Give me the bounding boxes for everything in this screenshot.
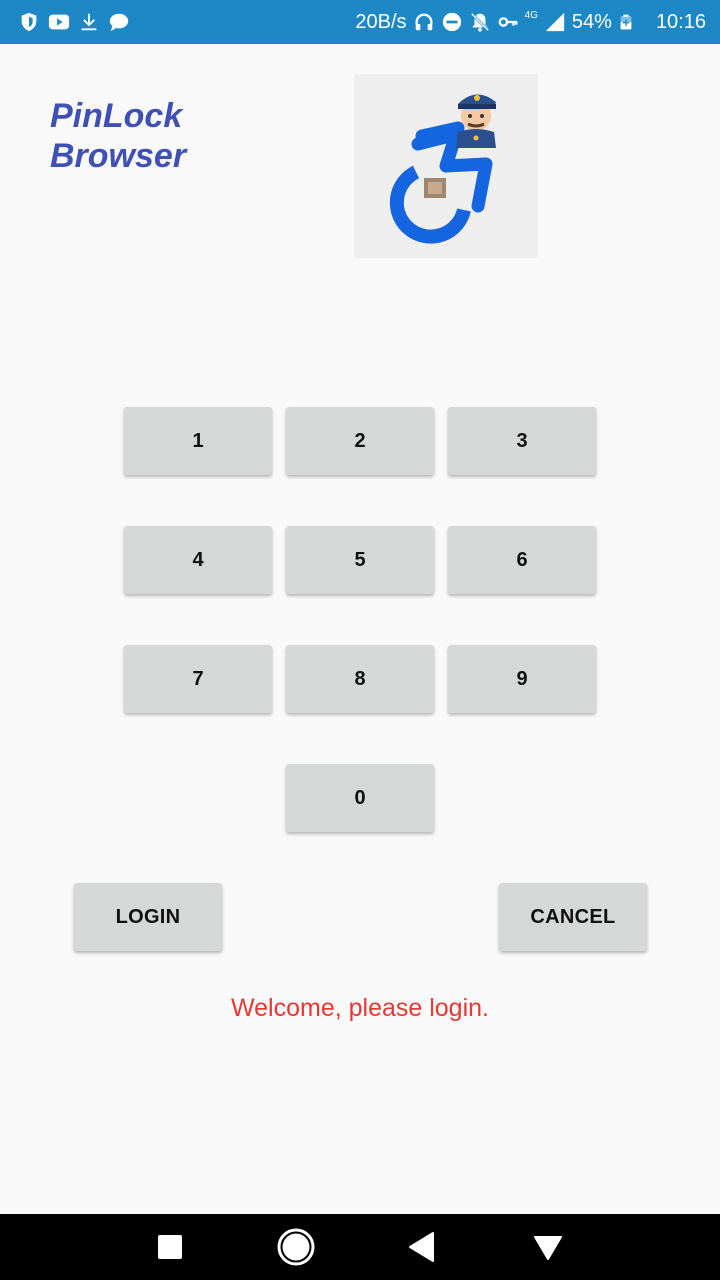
status-bar-notifications: [18, 10, 130, 34]
keypad-key-3[interactable]: 3: [448, 407, 596, 475]
signal-icon: [545, 12, 565, 32]
battery-percent: 54%: [571, 10, 612, 33]
keypad-key-8[interactable]: 8: [286, 645, 434, 713]
notifications-dropdown-icon: [534, 1236, 562, 1260]
login-button[interactable]: LOGIN: [74, 883, 222, 951]
keypad-key-5[interactable]: 5: [286, 526, 434, 594]
clock: 10:16: [655, 10, 706, 33]
network-speed: 20B/s: [355, 10, 407, 33]
key-icon: [498, 17, 517, 27]
headphones-icon: [415, 13, 433, 31]
status-bar-system: 20B/s 4G 54% 10:16: [355, 0, 706, 44]
dnd-icon: [442, 12, 461, 32]
keypad-key-6[interactable]: 6: [448, 526, 596, 594]
home-icon: [277, 1228, 315, 1266]
recents-icon: [158, 1235, 182, 1259]
keypad-key-0[interactable]: 0: [286, 764, 434, 832]
chat-icon: [109, 13, 129, 32]
recents-button[interactable]: [130, 1214, 210, 1280]
keypad-key-9[interactable]: 9: [448, 645, 596, 713]
youtube-icon: [48, 14, 70, 30]
app-title: PinLock Browser: [50, 96, 250, 176]
app-title-line2: Browser: [50, 137, 187, 175]
notifications-dropdown-button[interactable]: [508, 1214, 588, 1280]
status-message: Welcome, please login.: [230, 994, 489, 1022]
battery-icon: [620, 14, 632, 30]
status-bar: 20B/s 4G 54% 10:16: [0, 0, 720, 44]
keypad-key-2[interactable]: 2: [286, 407, 434, 475]
keypad-key-1[interactable]: 1: [124, 407, 272, 475]
keypad-key-7[interactable]: 7: [124, 645, 272, 713]
app-title-line1: PinLock: [50, 97, 183, 135]
keypad-key-4[interactable]: 4: [124, 526, 272, 594]
home-button[interactable]: [256, 1214, 336, 1280]
app-logo: [354, 74, 538, 258]
mute-notifications-icon: [470, 12, 489, 32]
cancel-button[interactable]: CANCEL: [499, 883, 647, 951]
back-icon: [409, 1232, 434, 1262]
network-type: 4G: [524, 10, 538, 21]
download-icon: [81, 13, 97, 31]
shield-icon: [21, 12, 37, 32]
accessibility-police-logo-icon: [389, 94, 496, 244]
navigation-bar: [0, 1214, 720, 1280]
back-button[interactable]: [382, 1214, 462, 1280]
